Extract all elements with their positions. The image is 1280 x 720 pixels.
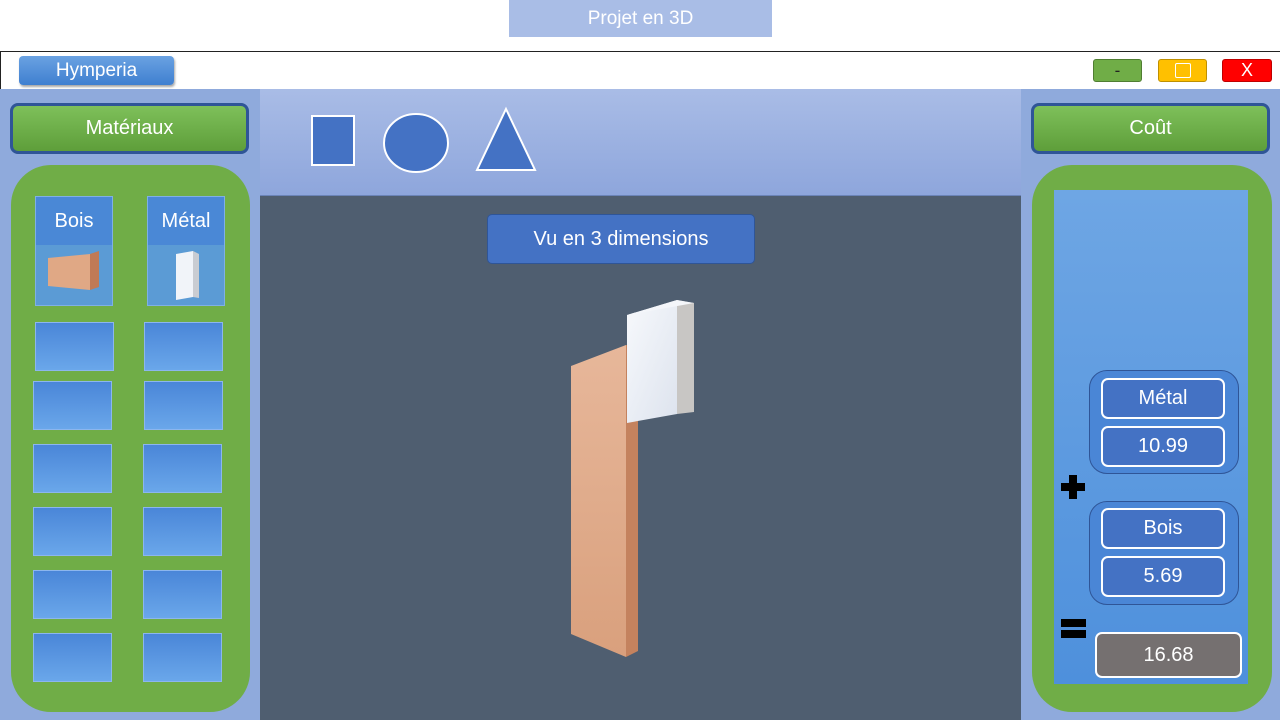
material-slot[interactable] <box>33 444 112 493</box>
metal-cost-value: 10.99 <box>1101 426 1225 467</box>
material-wood-label: Bois <box>36 197 112 245</box>
maximize-icon <box>1174 63 1191 78</box>
material-slot[interactable] <box>33 381 112 430</box>
wood-block-icon <box>36 245 112 307</box>
triangle-shape-icon[interactable] <box>475 106 537 172</box>
metal-block-side <box>677 300 694 414</box>
material-metal-label: Métal <box>148 197 224 245</box>
material-slot[interactable] <box>144 322 223 371</box>
cost-header-button[interactable]: Coût <box>1031 103 1270 154</box>
wood-cost-value: 5.69 <box>1101 556 1225 597</box>
material-slot[interactable] <box>143 507 222 556</box>
plus-icon <box>1059 473 1087 507</box>
material-slot[interactable] <box>144 381 223 430</box>
material-metal[interactable]: Métal <box>147 196 225 306</box>
material-slot[interactable] <box>35 322 114 371</box>
viewport-title: Vu en 3 dimensions <box>487 214 755 264</box>
wood-cost-label: Bois <box>1101 508 1225 549</box>
material-slot[interactable] <box>143 444 222 493</box>
3d-model[interactable] <box>560 291 710 671</box>
metal-cost-label: Métal <box>1101 378 1225 419</box>
window-titlebar <box>0 51 1280 89</box>
equals-icon <box>1060 617 1088 647</box>
3d-viewport[interactable] <box>260 196 1021 720</box>
material-slot[interactable] <box>33 507 112 556</box>
app-name-button[interactable]: Hymperia <box>19 56 174 85</box>
circle-shape-icon[interactable] <box>382 112 450 174</box>
minimize-button[interactable]: - <box>1093 59 1142 82</box>
total-cost-value: 16.68 <box>1095 632 1242 678</box>
square-shape-icon[interactable] <box>310 114 356 168</box>
close-button[interactable]: X <box>1222 59 1272 82</box>
materials-header-button[interactable]: Matériaux <box>10 103 249 154</box>
metal-block <box>627 300 677 423</box>
maximize-button[interactable] <box>1158 59 1207 82</box>
material-slot[interactable] <box>143 633 222 682</box>
material-slot[interactable] <box>143 570 222 619</box>
wood-plank <box>571 345 626 657</box>
material-wood[interactable]: Bois <box>35 196 113 306</box>
shape-toolbar <box>260 89 1021 196</box>
material-slot[interactable] <box>33 633 112 682</box>
material-slot[interactable] <box>33 570 112 619</box>
page-caption: Projet en 3D <box>509 0 772 37</box>
metal-block-icon <box>148 245 224 307</box>
